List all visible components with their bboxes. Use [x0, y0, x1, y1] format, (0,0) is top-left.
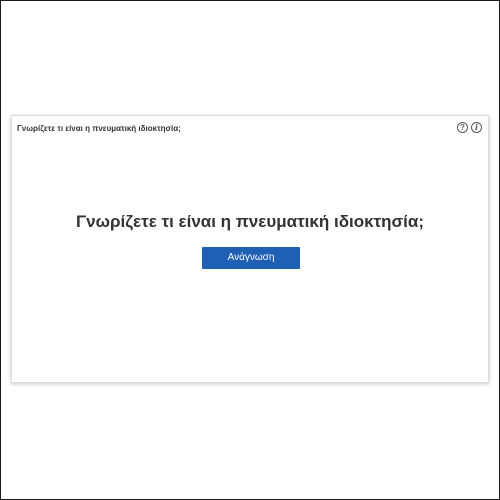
read-button[interactable]: Ανάγνωση	[202, 247, 300, 269]
window-frame: Γνωρίζετε τι είναι η πνευματική ιδιοκτησ…	[0, 0, 500, 500]
info-circle-icon[interactable]: i	[471, 122, 482, 133]
card-title: Γνωρίζετε τι είναι η πνευματική ιδιοκτησ…	[17, 124, 181, 133]
content-card: Γνωρίζετε τι είναι η πνευματική ιδιοκτησ…	[11, 115, 489, 383]
card-header: Γνωρίζετε τι είναι η πνευματική ιδιοκτησ…	[12, 116, 488, 140]
question-circle-icon[interactable]: ?	[457, 122, 468, 133]
page-headline: Γνωρίζετε τι είναι η πνευματική ιδιοκτησ…	[75, 212, 425, 231]
